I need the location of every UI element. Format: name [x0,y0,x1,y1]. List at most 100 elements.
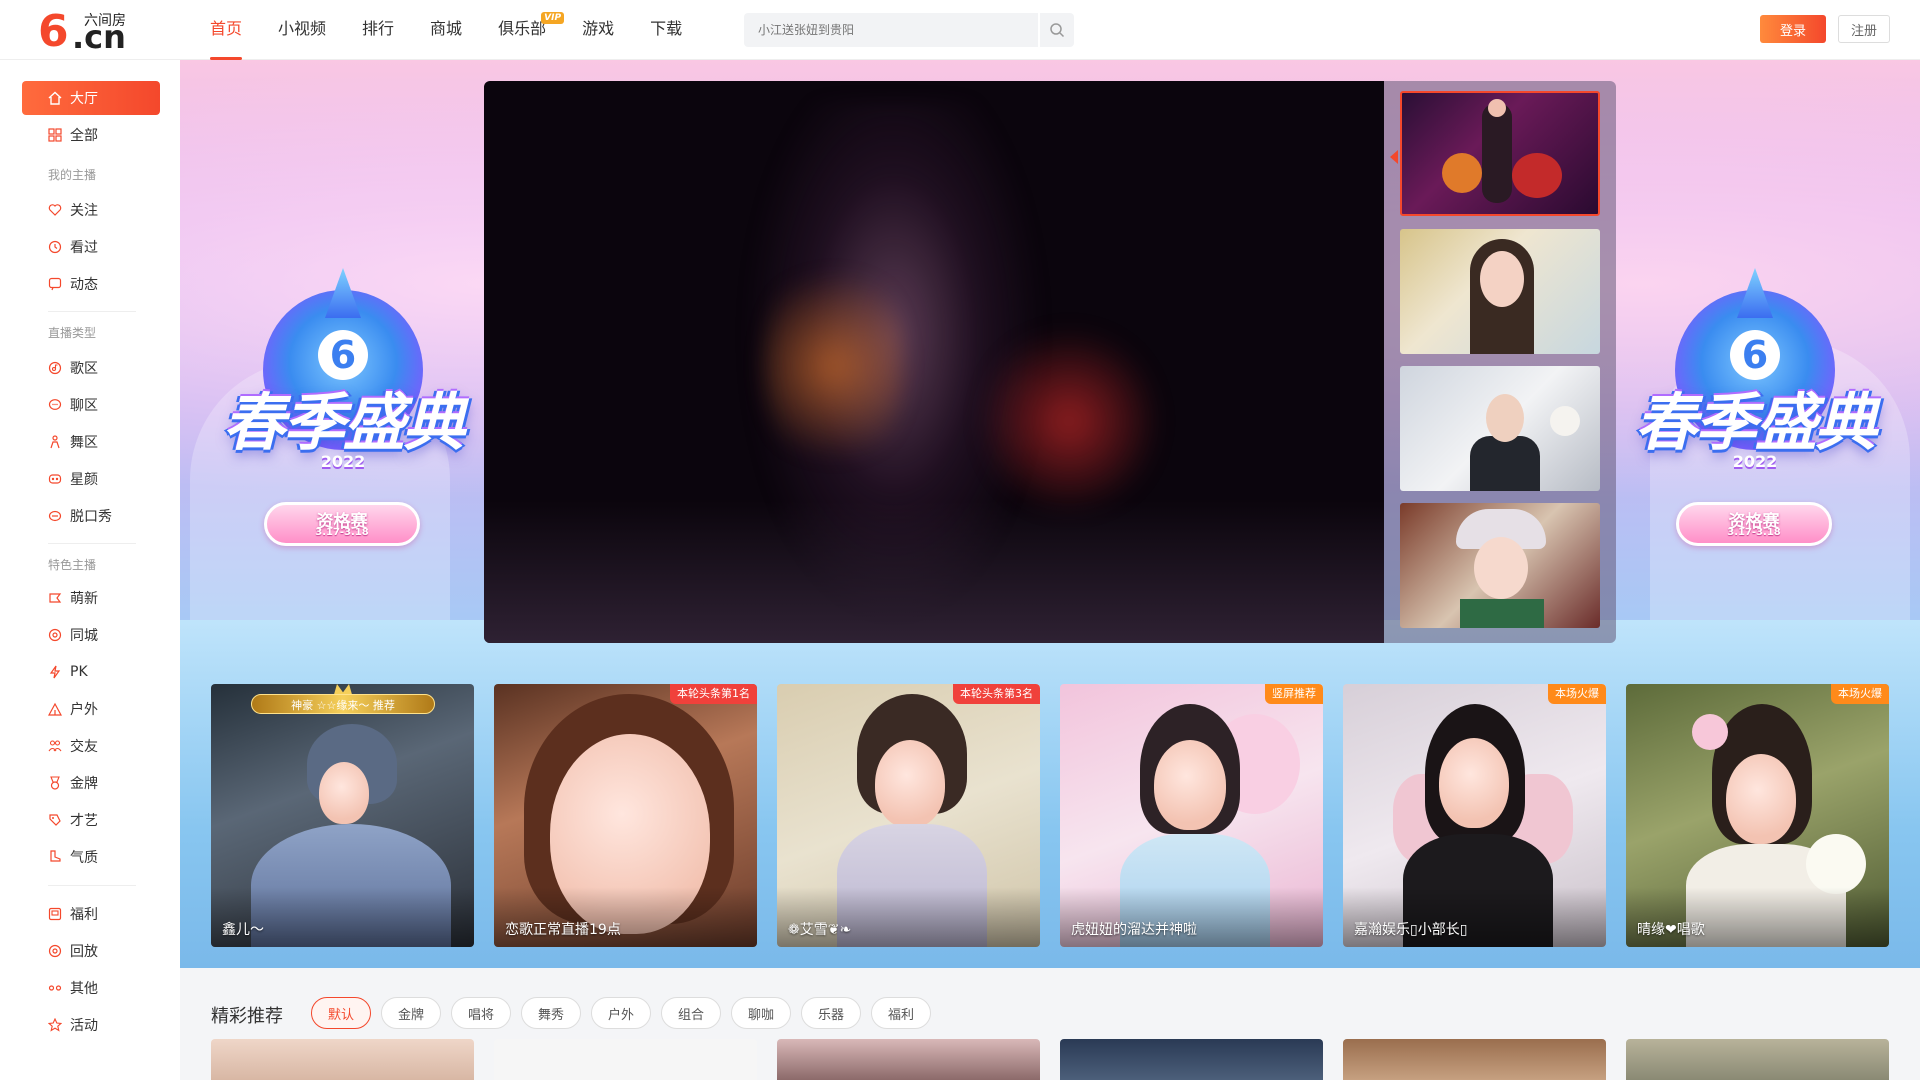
chip-default[interactable]: 默认 [311,997,371,1029]
thumb-figure [1482,103,1512,203]
live-card[interactable]: 本轮头条第1名 恋歌正常直播19点 [494,684,757,947]
recommend-card[interactable] [211,1039,474,1080]
live-thumbnail[interactable] [1400,503,1600,628]
site-logo[interactable]: 6 六间房 .cn [38,6,134,57]
sidebar-item-star-face[interactable]: 星颜 [22,462,160,496]
shoe-icon [50,850,61,862]
thumb-clothes [1460,599,1544,628]
anchor-name: 嘉瀚娱乐▯小部长▯ [1354,922,1468,938]
chip-group[interactable]: 组合 [661,997,721,1029]
sidebar-item-same-city[interactable]: 同城 [22,618,160,652]
sidebar-item-song[interactable]: 歌区 [22,351,160,385]
live-card[interactable]: 本轮头条第3名 ❁艾雪❦❧ [777,684,1040,947]
thumb-chair-orange [1442,153,1482,193]
sidebar-item-label: PK [70,664,88,680]
spring-gala-emblem-left[interactable]: 6 春季盛典 2022 资格赛 3.17-3.18 [208,290,478,580]
location-icon [48,628,62,642]
sidebar-item-label: 萌新 [70,591,98,607]
sidebar-item-gold[interactable]: 金牌 [22,766,160,800]
nav-download-label: 下载 [650,19,683,38]
emblem-year: 2022 [320,452,366,471]
nav-ranking[interactable]: 排行 [362,0,394,60]
chip-singer[interactable]: 唱将 [451,997,511,1029]
sidebar-item-all[interactable]: 全部 [22,118,160,152]
sidebar-item-activity[interactable]: 活动 [22,1008,160,1042]
sidebar-item-label: 看过 [70,240,98,256]
vip-badge: VIP [541,12,565,24]
card-tag: 竖屏推荐 [1265,684,1323,704]
nav-download[interactable]: 下载 [650,0,682,60]
chip-chat[interactable]: 聊咖 [731,997,791,1029]
thumb-body [1470,436,1540,491]
sidebar-item-label: 歌区 [70,361,98,377]
sidebar-item-dating[interactable]: 交友 [22,729,160,763]
chip-instrument[interactable]: 乐器 [801,997,861,1029]
video-blur-chair-red [984,321,1154,521]
login-button[interactable]: 登录 [1760,15,1826,43]
recommend-card[interactable] [494,1039,757,1080]
nav-home[interactable]: 首页 [210,0,243,60]
nav-short-video[interactable]: 小视频 [278,0,326,60]
recommend-card[interactable] [1060,1039,1323,1080]
sidebar-item-talent[interactable]: 才艺 [22,803,160,837]
sidebar-item-label: 才艺 [70,813,98,829]
sidebar-item-talk-show[interactable]: 脱口秀 [22,499,160,533]
spring-gala-emblem-right[interactable]: 6 春季盛典 2022 资格赛 3.17-3.18 [1620,290,1890,580]
live-card[interactable]: 神豪 ☆☆缘来～ 推荐 鑫儿～ [211,684,474,947]
chip-outdoor[interactable]: 户外 [591,997,651,1029]
sidebar-item-replay[interactable]: 回放 [22,934,160,968]
sidebar-item-temperament[interactable]: 气质 [22,840,160,874]
nav-games-label: 游戏 [582,19,615,38]
sidebar-item-other[interactable]: 其他 [22,971,160,1005]
live-video-player[interactable] [484,81,1384,643]
sidebar-item-welfare[interactable]: 福利 [22,897,160,931]
card-tag: 本场火爆 [1831,684,1889,704]
live-card[interactable]: 本场火爆 晴缘❤唱歌 [1626,684,1889,947]
sidebar-item-outdoor[interactable]: 户外 [22,692,160,726]
card-tag: 本轮头条第1名 [670,684,757,704]
chip-dance[interactable]: 舞秀 [521,997,581,1029]
more-icon [48,985,62,991]
live-thumbnail[interactable] [1400,229,1600,354]
sidebar-item-hall[interactable]: 大厅 [22,81,160,115]
recommend-card[interactable] [1626,1039,1889,1080]
sidebar-item-label: 金牌 [70,776,98,792]
live-card[interactable]: 竖屏推荐 虎妞妞的溜达并神啦 [1060,684,1323,947]
live-card[interactable]: 本场火爆 嘉瀚娱乐▯小部长▯ [1343,684,1606,947]
nav-mall-label: 商城 [430,19,463,38]
emblem-title: 春季盛典 [222,386,465,459]
sidebar-item-follow[interactable]: 关注 [22,193,160,227]
qualifier-pill[interactable]: 资格赛 3.17-3.18 [1676,502,1832,546]
nav-mall[interactable]: 商城 [430,0,462,60]
chip-welfare[interactable]: 福利 [871,997,931,1029]
thumb-face [1474,537,1528,599]
sidebar-item-feed[interactable]: 动态 [22,267,160,301]
card-tag: 本轮头条第3名 [953,684,1040,704]
register-button[interactable]: 注册 [1838,15,1890,43]
chip-gold[interactable]: 金牌 [381,997,441,1029]
nav-club[interactable]: 俱乐部 VIP [498,0,565,60]
logo-six: 6 [38,6,69,57]
nav-games[interactable]: 游戏 [582,0,614,60]
live-thumbnail[interactable] [1400,366,1600,491]
search-button[interactable] [1038,13,1074,47]
thumb-face [1480,251,1524,307]
sidebar-item-label: 同城 [70,628,98,644]
sidebar-item-pk[interactable]: PK [22,655,160,689]
thumb-teddy [1550,406,1580,436]
sidebar-item-label: 其他 [70,981,98,997]
sidebar-item-watched[interactable]: 看过 [22,230,160,264]
sidebar-item-newbie[interactable]: 萌新 [22,581,160,615]
search-input[interactable] [744,13,1038,47]
lightning-icon [49,665,61,679]
anchor-name: 虎妞妞的溜达并神啦 [1071,922,1197,938]
nav-home-label: 首页 [210,19,243,38]
live-thumbnail[interactable] [1400,91,1600,216]
recommend-card[interactable] [777,1039,1040,1080]
heart-icon [48,204,62,216]
sidebar-item-chat[interactable]: 聊区 [22,388,160,422]
sidebar-item-dance[interactable]: 舞区 [22,425,160,459]
card-face [1726,754,1796,844]
qualifier-pill[interactable]: 资格赛 3.17-3.18 [264,502,420,546]
recommend-card[interactable] [1343,1039,1606,1080]
